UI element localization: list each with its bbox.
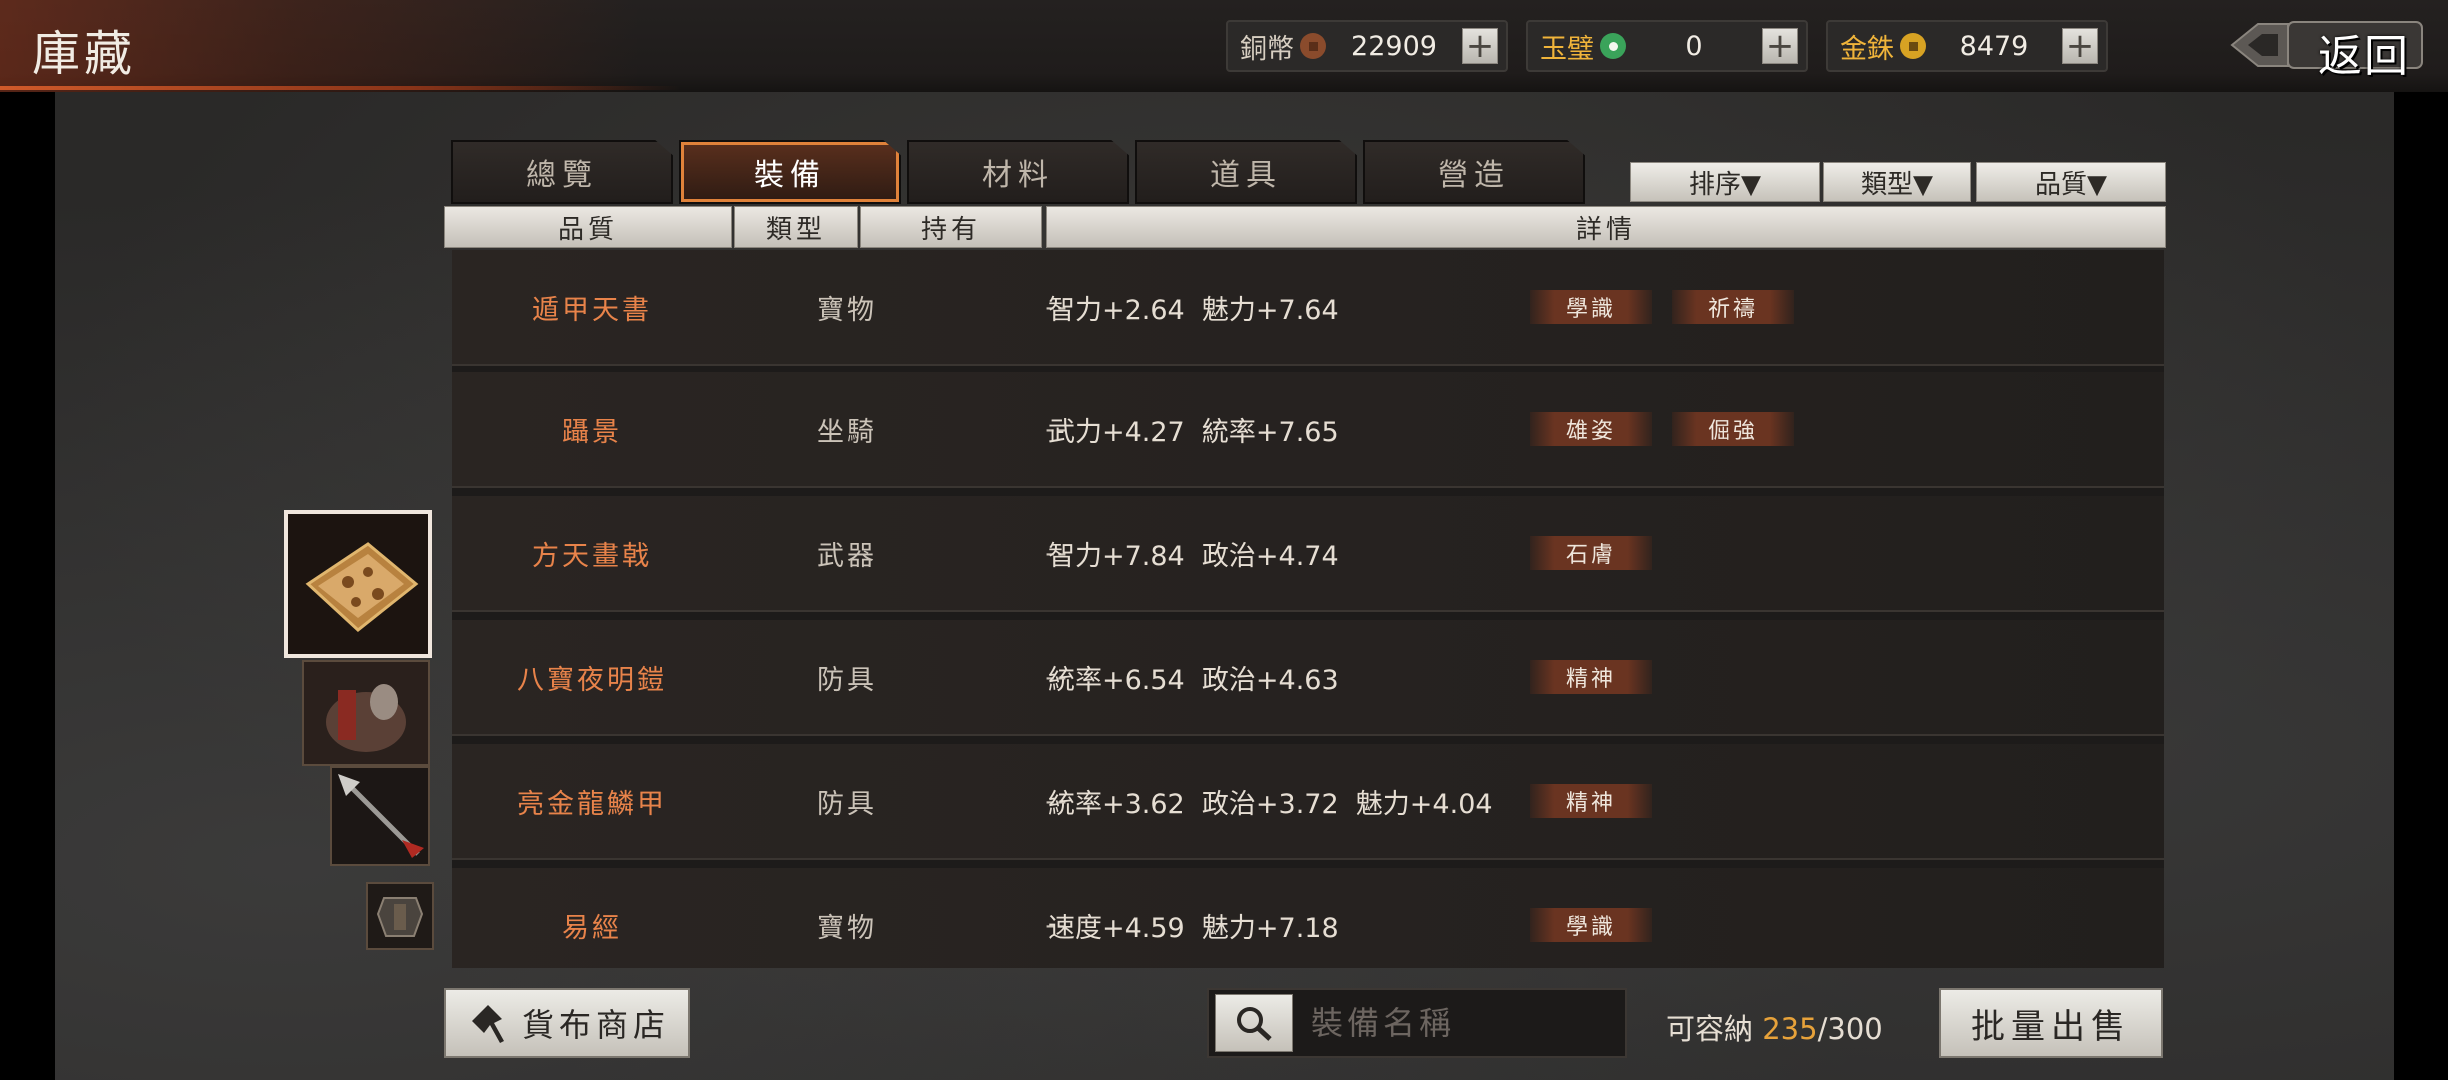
quality-dropdown[interactable]: 品質▼ [1976, 162, 2166, 202]
item-type: 防具 [817, 664, 877, 696]
item-thumbnail[interactable] [330, 766, 430, 866]
back-label: 返回 [2318, 31, 2410, 82]
currency-value: 8479 [1959, 30, 2029, 62]
currency-value: 22909 [1351, 30, 1437, 62]
item-stats: 速度+4.59 魅力+7.18 [1048, 912, 1339, 944]
page-title: 庫藏 [32, 26, 137, 82]
item-name: 易經 [562, 912, 622, 944]
column-header-owned[interactable]: 持有 [860, 206, 1042, 248]
add-gold-button[interactable]: + [2062, 28, 2098, 64]
shop-label: 貨布商店 [522, 1006, 671, 1044]
item-stats: 武力+4.27 統率+7.65 [1048, 416, 1339, 448]
tab-overview[interactable]: 總覽 [451, 140, 673, 204]
search-button[interactable] [1215, 994, 1293, 1052]
column-header-quality[interactable]: 品質 [444, 206, 732, 248]
currency-label: 金銖 [1840, 33, 1894, 65]
right-letterbox [2394, 0, 2448, 1080]
item-tags: 精神 [1530, 744, 1652, 858]
currency-label: 銅幣 [1240, 33, 1294, 65]
table-row[interactable]: 遁甲天書 寶物 -- 智力+2.64 魅力+7.64 學識 祈禱 [452, 250, 2164, 366]
table-row[interactable]: 易經 寶物 -- 速度+4.59 魅力+7.18 學識 [452, 868, 2164, 968]
book-item-icon [288, 514, 428, 654]
item-name: 八寶夜明鎧 [517, 664, 667, 696]
skill-tag: 石膚 [1530, 536, 1652, 570]
tab-items[interactable]: 道具 [1135, 140, 1357, 204]
item-stats: 統率+6.54 政治+4.63 [1048, 664, 1339, 696]
tab-equipment[interactable]: 裝備 [679, 140, 901, 204]
item-thumbnail[interactable] [302, 660, 430, 766]
currency-jade: 玉璧 0 + [1526, 20, 1808, 72]
item-type: 防具 [817, 788, 877, 820]
jade-coin-icon [1600, 33, 1626, 59]
currency-value: 0 [1685, 30, 1703, 62]
currency-copper: 銅幣 22909 + [1226, 20, 1508, 72]
skill-tag: 學識 [1530, 290, 1652, 324]
search-bar [1207, 988, 1627, 1058]
skill-tag: 倔強 [1672, 412, 1794, 446]
capacity-total: /300 [1817, 1012, 1883, 1046]
item-type: 寶物 [817, 294, 877, 326]
item-thumbnail-selected[interactable] [284, 510, 432, 658]
column-header-details: 詳情 [1046, 206, 2166, 248]
armor-item-icon [368, 884, 432, 948]
horse-item-icon [304, 662, 428, 764]
sort-dropdown[interactable]: 排序▼ [1630, 162, 1820, 202]
add-jade-button[interactable]: + [1762, 28, 1798, 64]
item-type: 武器 [817, 540, 877, 572]
table-row[interactable]: 躡景 坐騎 -- 武力+4.27 統率+7.65 雄姿 倔強 [452, 372, 2164, 488]
currency-shop-button[interactable]: 貨布商店 [444, 988, 690, 1058]
back-button[interactable]: 返回 [2228, 14, 2428, 82]
table-row[interactable]: 方天畫戟 武器 -- 智力+7.84 政治+4.74 石膚 [452, 496, 2164, 612]
item-type: 坐騎 [817, 416, 877, 448]
table-row[interactable]: 八寶夜明鎧 防具 -- 統率+6.54 政治+4.63 精神 [452, 620, 2164, 736]
item-stats: 智力+7.84 政治+4.74 [1048, 540, 1339, 572]
item-thumbnail[interactable] [366, 882, 434, 950]
item-name: 遁甲天書 [532, 294, 652, 326]
tab-construction[interactable]: 營造 [1363, 140, 1585, 204]
item-type: 寶物 [817, 912, 877, 944]
add-copper-button[interactable]: + [1462, 28, 1498, 64]
search-input[interactable] [1309, 1003, 1613, 1043]
currency-label: 玉璧 [1540, 33, 1594, 65]
item-tags: 學識 祈禱 [1530, 250, 1794, 364]
item-tags: 精神 [1530, 620, 1652, 734]
bulk-sell-button[interactable]: 批量出售 [1939, 988, 2163, 1058]
skill-tag: 精神 [1530, 784, 1652, 818]
search-icon [1237, 1007, 1272, 1041]
skill-tag: 祈禱 [1672, 290, 1794, 324]
item-name: 亮金龍鱗甲 [517, 788, 667, 820]
tab-materials[interactable]: 材料 [907, 140, 1129, 204]
left-letterbox [0, 0, 55, 1080]
type-dropdown[interactable]: 類型▼ [1823, 162, 1971, 202]
gold-coin-icon [1900, 33, 1926, 59]
item-tags: 石膚 [1530, 496, 1652, 610]
column-header-type[interactable]: 類型 [734, 206, 858, 248]
item-name: 躡景 [562, 416, 622, 448]
skill-tag: 雄姿 [1530, 412, 1652, 446]
halberd-item-icon [332, 768, 428, 864]
shovel-coin-icon [460, 995, 516, 1051]
item-name: 方天畫戟 [532, 540, 652, 572]
skill-tag: 精神 [1530, 660, 1652, 694]
item-stats: 統率+3.62 政治+3.72 魅力+4.04 [1048, 788, 1493, 820]
equipment-table: 遁甲天書 寶物 -- 智力+2.64 魅力+7.64 學識 祈禱 躡景 坐騎 -… [452, 250, 2164, 968]
copper-coin-icon [1300, 33, 1326, 59]
item-tags: 雄姿 倔強 [1530, 372, 1794, 486]
capacity-indicator: 可容納 235/300 [1666, 1006, 1883, 1048]
capacity-label: 可容納 [1666, 1012, 1754, 1046]
top-bar: 庫藏 銅幣 22909 + 玉璧 0 + 金銖 8479 + 返回 [0, 0, 2448, 92]
skill-tag: 學識 [1530, 908, 1652, 942]
table-row[interactable]: 亮金龍鱗甲 防具 -- 統率+3.62 政治+3.72 魅力+4.04 精神 [452, 744, 2164, 860]
capacity-used: 235 [1762, 1012, 1818, 1046]
currency-gold: 金銖 8479 + [1826, 20, 2108, 72]
item-tags: 學識 [1530, 868, 1652, 968]
item-stats: 智力+2.64 魅力+7.64 [1048, 294, 1339, 326]
